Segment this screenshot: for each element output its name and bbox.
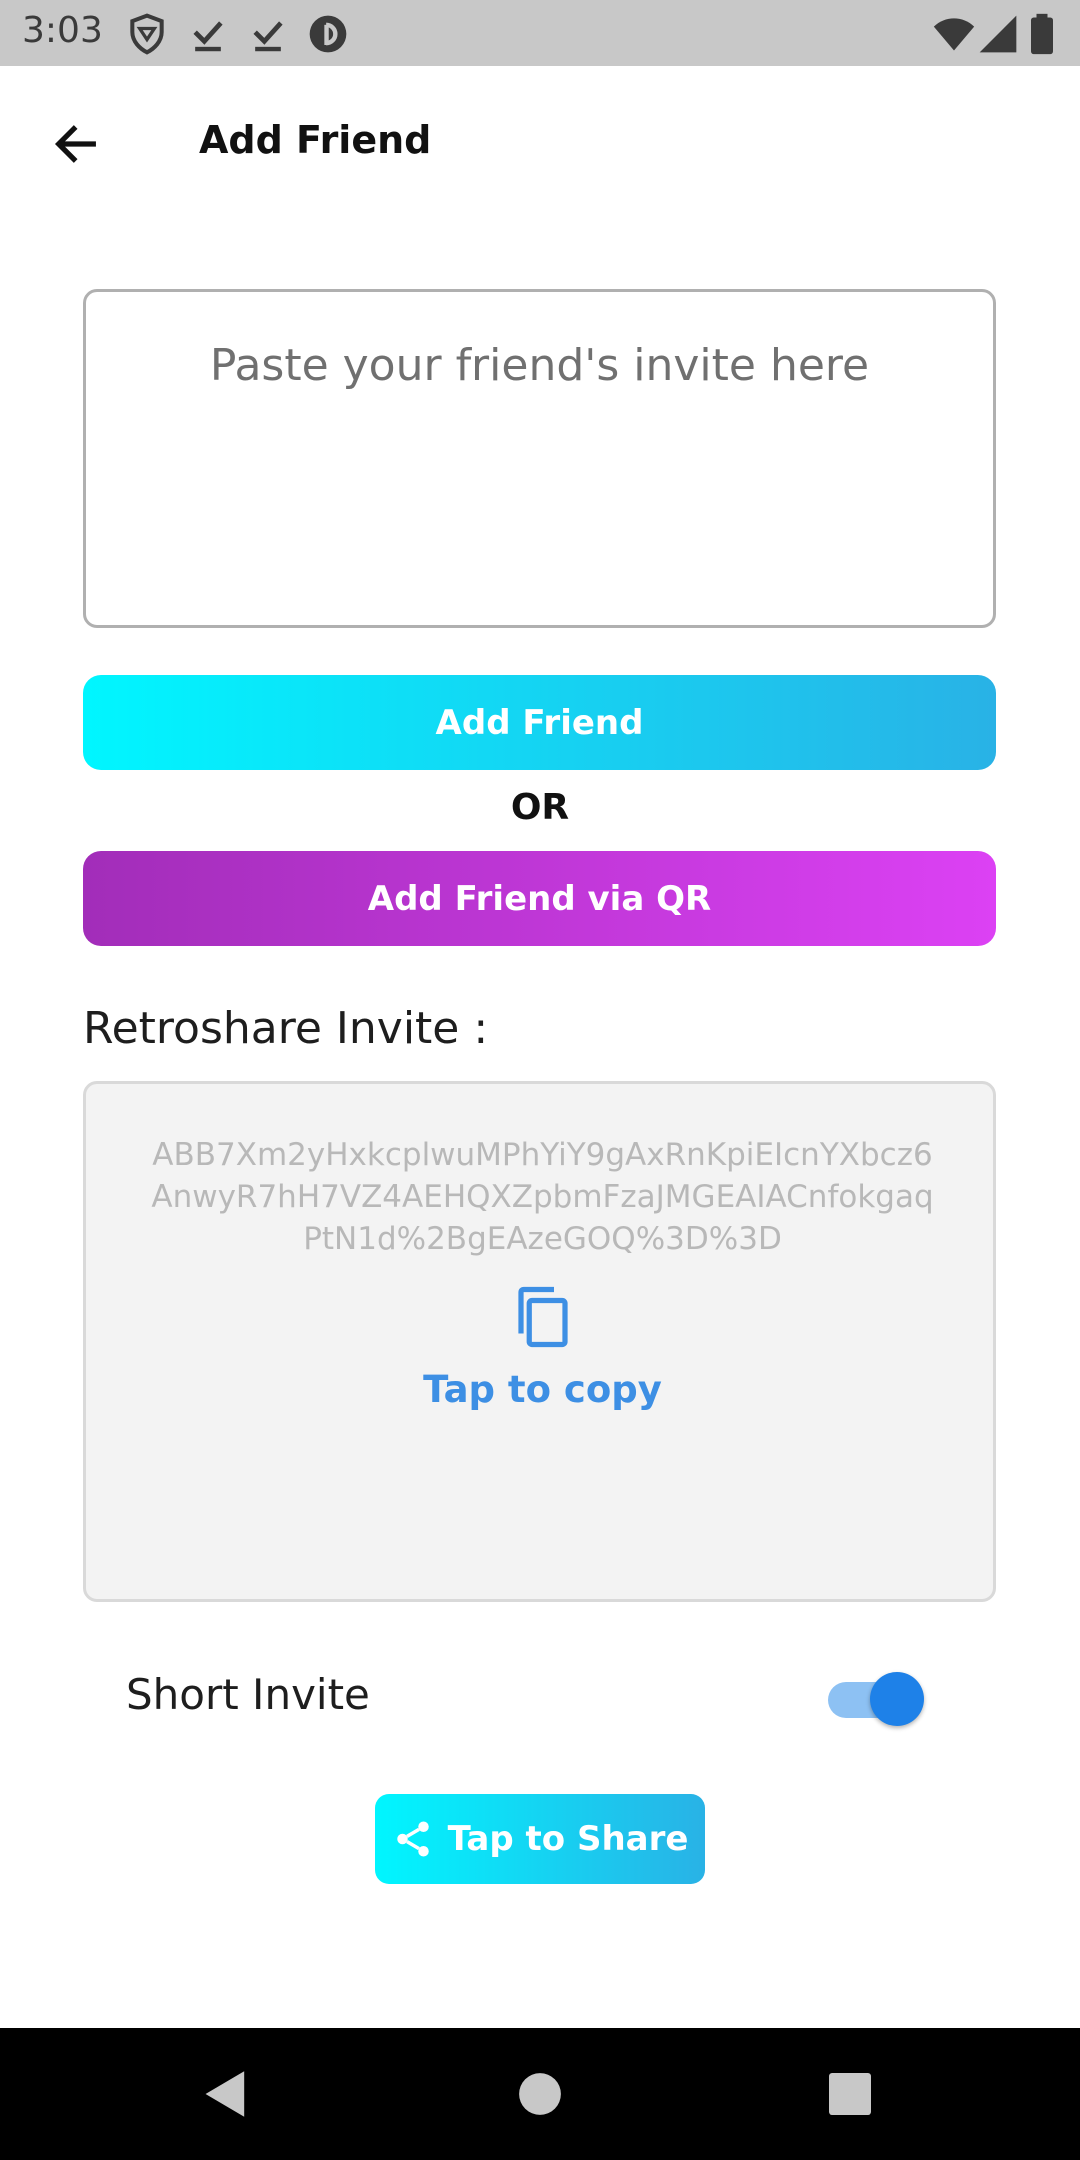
arrow-left-icon [54, 125, 96, 163]
back-triangle-icon [205, 2071, 245, 2117]
copy-invite-button[interactable]: Tap to copy [86, 1284, 999, 1411]
page-title: Add Friend [199, 118, 432, 162]
share-label: Tap to Share [447, 1819, 689, 1859]
nav-home-button[interactable] [500, 2054, 580, 2134]
invite-box: ABB7Xm2yHxkcplwuMPhYiY9gAxRnKpiEIcnYXbcz… [83, 1081, 996, 1602]
copy-label: Tap to copy [423, 1368, 662, 1411]
nav-back-button[interactable] [186, 2054, 266, 2134]
retroshare-invite-label: Retroshare Invite : [83, 1003, 489, 1054]
battery-icon [1031, 13, 1053, 55]
recents-square-icon [829, 2073, 871, 2115]
nav-recents-button[interactable] [810, 2054, 890, 2134]
add-friend-qr-button[interactable]: Add Friend via QR [83, 851, 996, 946]
short-invite-label: Short Invite [126, 1670, 370, 1719]
toggle-knob [870, 1672, 924, 1726]
wifi-icon [933, 18, 975, 51]
short-invite-toggle[interactable] [824, 1668, 928, 1728]
navigation-bar [0, 2028, 1080, 2160]
download-done-icon [253, 21, 283, 52]
home-circle-icon [519, 2073, 561, 2115]
share-button[interactable]: Tap to Share [375, 1794, 705, 1884]
invite-input[interactable] [83, 289, 996, 628]
signal-icon [979, 15, 1017, 53]
status-bar: 3:03 [0, 0, 1080, 66]
download-done-icon [193, 21, 223, 52]
status-time: 3:03 [22, 10, 103, 51]
copy-icon [517, 1286, 568, 1348]
add-friend-button[interactable]: Add Friend [83, 675, 996, 770]
share-icon [396, 1821, 429, 1857]
app-bar: Add Friend [0, 66, 1080, 216]
or-separator: OR [510, 787, 570, 828]
pocket-casts-icon [309, 15, 347, 53]
shield-icon [130, 13, 164, 55]
back-button[interactable] [40, 108, 112, 180]
invite-code: ABB7Xm2yHxkcplwuMPhYiY9gAxRnKpiEIcnYXbcz… [151, 1137, 934, 1257]
